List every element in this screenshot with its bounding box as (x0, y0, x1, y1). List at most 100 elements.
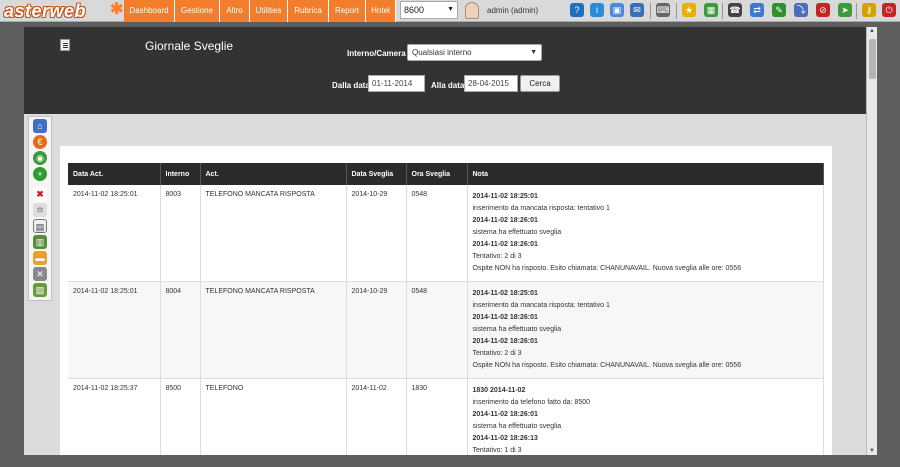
cell-interno: 8003 (160, 185, 201, 282)
cell-act: TELEFONO MANCATA RISPOSTA (200, 281, 347, 379)
key-icon[interactable]: ⚷ (862, 3, 876, 17)
nota-line: Ospite NON ha risposto. Esito chiamata: … (472, 362, 742, 369)
nota-line: Tentativo: 2 di 3 (472, 350, 522, 357)
toolbar-divider (856, 3, 857, 19)
sveglie-table: Data Act. Interno Act. Data Sveglia Ora … (68, 163, 824, 455)
extension-select[interactable]: 8600 ▼ (400, 1, 458, 19)
scroll-down-icon[interactable]: ▼ (869, 448, 875, 454)
nota-line: 2014-11-02 18:26:01 (472, 314, 538, 321)
cell-nota: 2014-11-02 18:25:01 inserimento da mancat… (467, 185, 824, 282)
cell-data-act: 2014-11-02 18:25:37 (68, 378, 161, 455)
bed-icon[interactable]: ▬ (33, 251, 47, 265)
table-row[interactable]: 2014-11-02 18:25:01 8004 TELEFONO MANCATA … (68, 281, 824, 379)
avatar (465, 2, 479, 19)
chevron-down-icon: ▼ (447, 6, 454, 13)
app-logo[interactable]: asterweb ✱ (4, 1, 124, 21)
nota-line: 2014-11-02 18:25:01 (472, 290, 538, 297)
logo-star-icon: ✱ (110, 1, 124, 18)
page-title: Giornale Sveglie (145, 39, 234, 53)
bug-icon[interactable]: ✎ (772, 3, 786, 17)
monitor-icon[interactable]: ▣ (610, 3, 624, 17)
info-icon[interactable]: i (590, 3, 604, 17)
table-row[interactable]: 2014-11-02 18:25:01 8003 TELEFONO MANCATA … (68, 185, 824, 282)
interno-label: Interno/Camera (347, 49, 406, 58)
scroll-up-icon[interactable]: ▲ (869, 28, 875, 34)
col-data-act[interactable]: Data Act. (68, 163, 161, 185)
building-icon[interactable]: ▥ (33, 235, 47, 249)
delete-icon[interactable]: ✖ (33, 187, 47, 201)
nota-line: inserimento da mancata risposta: tentati… (472, 205, 610, 212)
top-bar: asterweb ✱ Dashboard Gestione Altro Utili… (0, 0, 900, 22)
cell-nota: 2014-11-02 18:25:01 inserimento da mancat… (467, 281, 824, 379)
nota-line: 1830 2014-11-02 (472, 387, 526, 394)
arrow-icon[interactable]: ⤵ (794, 3, 808, 17)
dalla-data-input[interactable]: 01-11-2014 (368, 75, 425, 92)
toolbar-divider (650, 3, 651, 19)
cell-data-act: 2014-11-02 18:25:01 (68, 185, 161, 282)
nav-utilities[interactable]: Utilities (250, 0, 288, 22)
cell-interno: 8004 (160, 281, 201, 379)
nav-report[interactable]: Report (329, 0, 366, 22)
cell-nota: 1830 2014-11-02 inserimento da telefono f… (467, 378, 824, 455)
calendar-icon[interactable]: ▦ (704, 3, 718, 17)
toolbar-divider (676, 3, 677, 19)
settings-icon[interactable]: ✲ (33, 203, 47, 217)
next-icon[interactable]: ➤ (838, 3, 852, 17)
col-nota[interactable]: Nota (467, 163, 824, 185)
document-icon (60, 39, 70, 51)
mail-icon[interactable]: ✉ (630, 3, 644, 17)
keyboard-icon[interactable]: ⌨ (656, 3, 670, 17)
nota-line: sistema ha effettuato sveglia (472, 423, 562, 430)
col-act[interactable]: Act. (200, 163, 347, 185)
nota-line: 2014-11-02 18:26:01 (472, 411, 538, 418)
exit-icon[interactable]: ⏻ (882, 3, 896, 17)
alla-data-input[interactable]: 28-04-2015 (464, 75, 518, 92)
nav-rubrica[interactable]: Rubrica (288, 0, 329, 22)
scroll-thumb[interactable] (869, 39, 876, 79)
stop-icon[interactable]: ⊘ (816, 3, 830, 17)
cell-ora-sveglia: 0548 (406, 281, 468, 379)
table-header-row: Data Act. Interno Act. Data Sveglia Ora … (68, 163, 824, 185)
col-ora-sveglia[interactable]: Ora Sveglia (406, 163, 468, 185)
cerca-button[interactable]: Cerca (520, 75, 560, 92)
cell-data-sveglia: 2014-11-02 (346, 378, 407, 455)
nota-line: inserimento da telefono fatto da: 8500 (472, 399, 591, 406)
home-icon[interactable]: ⌂ (33, 119, 47, 133)
transfer-icon[interactable]: ⇄ (750, 3, 764, 17)
report-icon[interactable]: ▧ (33, 283, 47, 297)
nota-line: sistema ha effettuato sveglia (472, 326, 562, 333)
filter-header: Giornale Sveglie Interno/Camera Qualsias… (24, 27, 866, 114)
interno-select[interactable]: Qualsiasi interno ▼ (407, 44, 542, 61)
cell-act: TELEFONO (200, 378, 347, 455)
globe-icon[interactable]: ◉ (33, 151, 47, 165)
scrollbar[interactable]: ▲ ▼ (866, 27, 877, 455)
star-icon[interactable]: ★ (682, 3, 696, 17)
col-data-sveglia[interactable]: Data Sveglia (346, 163, 407, 185)
phone-icon[interactable]: ☎ (728, 3, 742, 17)
euro-icon[interactable]: € (33, 135, 47, 149)
nota-line: Tentativo: 2 di 3 (472, 253, 522, 260)
document-icon[interactable]: ▤ (33, 219, 47, 233)
nav-gestione[interactable]: Gestione (175, 0, 220, 22)
tools-icon[interactable]: ✕ (33, 267, 47, 281)
nav-dashboard[interactable]: Dashboard (124, 0, 175, 22)
cell-data-sveglia: 2014-10-29 (346, 281, 407, 379)
col-interno[interactable]: Interno (160, 163, 201, 185)
dalla-data-label: Dalla data (332, 81, 370, 90)
help-icon[interactable]: ? (570, 3, 584, 17)
nota-line: sistema ha effettuato sveglia (472, 229, 562, 236)
cell-data-act: 2014-11-02 18:25:01 (68, 281, 161, 379)
nav-altro[interactable]: Altro (220, 0, 250, 22)
nav-hotel[interactable]: Hotel (366, 0, 396, 22)
table-wrapper: Data Act. Interno Act. Data Sveglia Ora … (68, 163, 824, 455)
cell-ora-sveglia: 1830 (406, 378, 468, 455)
nota-line: Ospite NON ha risposto. Esito chiamata: … (472, 265, 742, 272)
side-toolbar: ⌂ € ◉ + ✖ ✲ ▤ ▥ ▬ ✕ ▧ (28, 116, 52, 301)
add-icon[interactable]: + (33, 167, 47, 181)
table-row[interactable]: 2014-11-02 18:25:37 8500 TELEFONO 2014-11-0… (68, 378, 824, 455)
toolbar-divider (722, 3, 723, 19)
nota-line: 2014-11-02 18:26:01 (472, 217, 538, 224)
cell-data-sveglia: 2014-10-29 (346, 185, 407, 282)
nota-line: 2014-11-02 18:25:01 (472, 193, 538, 200)
alla-data-label: Alla data (431, 81, 465, 90)
